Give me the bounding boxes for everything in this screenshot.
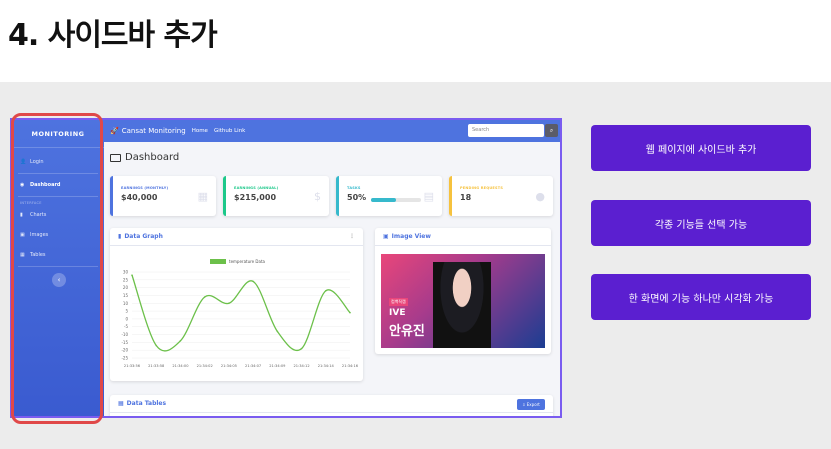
- tables-panel: ▦ Data Tables ⇩ Export: [110, 395, 553, 416]
- x-tick-label: 21:33:56: [124, 364, 141, 368]
- line-chart: 30 25 20 15 10 5 0 -5 -10 -15 -20 -25 21:33:56 21:33:…: [121, 270, 359, 369]
- x-tick-label: 21:34:02: [197, 364, 213, 368]
- card-label: PENDING REQUESTS: [460, 186, 504, 190]
- y-tick-label: 15: [123, 293, 129, 298]
- note-button-2[interactable]: 각종 기능들 선택 가능: [591, 200, 811, 246]
- graph-panel: ▮ Data Graph ⋮ temperature Data 30 25 20 15…: [110, 228, 363, 381]
- y-tick-label: -25: [121, 356, 128, 361]
- nav-link-home[interactable]: Home: [192, 128, 208, 134]
- y-tick-label: -20: [121, 348, 128, 353]
- x-tick-label: 21:34:05: [221, 364, 237, 368]
- data-point: [203, 296, 206, 298]
- page-title-wrap: Dashboard: [110, 152, 179, 163]
- y-tick-label: 25: [123, 277, 129, 282]
- data-point: [349, 311, 351, 314]
- image-caption-tag: 컴백직캠: [389, 298, 408, 306]
- note-button-1[interactable]: 웹 페이지에 사이드바 추가: [591, 125, 811, 171]
- graph-panel-header: ▮ Data Graph ⋮: [110, 228, 363, 246]
- data-point: [276, 330, 279, 333]
- clipboard-icon: ▤: [423, 190, 434, 203]
- data-point: [131, 274, 133, 276]
- image-caption-group: IVE: [389, 308, 406, 318]
- export-label: Export: [526, 402, 540, 407]
- x-tick-label: 21:33:58: [148, 364, 165, 368]
- sidebar-highlight: [11, 113, 103, 424]
- image-icon: ▣: [383, 233, 389, 240]
- y-tick-label: 30: [123, 270, 129, 275]
- card-label: EARNINGS (ANNUAL): [234, 186, 279, 190]
- search-input[interactable]: Search: [468, 124, 544, 137]
- stat-card-monthly: EARNINGS (MONTHLY) $40,000 ▦: [110, 176, 216, 216]
- rocket-icon: 🚀: [110, 127, 119, 135]
- nav-link-github[interactable]: Github Link: [214, 128, 245, 134]
- download-icon: ⇩: [522, 402, 526, 407]
- card-value: 18: [460, 193, 472, 202]
- data-point: [228, 302, 230, 305]
- note-button-3[interactable]: 한 화면에 기능 하나만 시각화 가능: [591, 274, 811, 320]
- camera-image: 컴백직캠 IVE 안유진: [381, 254, 545, 348]
- x-tick-label: 21:34:00: [172, 364, 189, 368]
- topbar-brand-label: Cansat Monitoring: [121, 127, 186, 135]
- desktop-icon: [110, 153, 121, 162]
- page-title: Dashboard: [125, 152, 180, 163]
- y-tick-label: 0: [125, 316, 128, 321]
- data-point: [300, 347, 303, 350]
- more-options-icon[interactable]: ⋮: [349, 233, 355, 240]
- stat-card-tasks: TASKS 50% ▤: [336, 176, 442, 216]
- bar-chart-icon: ▮: [118, 233, 122, 240]
- y-tick-label: 5: [125, 309, 128, 314]
- x-tick-label: 21:34:14: [318, 364, 335, 368]
- image-caption-name: 안유진: [389, 324, 425, 339]
- calendar-icon: ▦: [197, 190, 208, 203]
- tables-panel-header: ▦ Data Tables: [110, 395, 553, 413]
- table-icon: ▦: [118, 400, 124, 407]
- y-tick-label: 10: [123, 301, 129, 306]
- card-value: $215,000: [234, 193, 277, 202]
- series-line: [131, 274, 351, 352]
- x-tick-label: 21:34:12: [293, 364, 309, 368]
- x-tick-label: 21:34:07: [245, 364, 261, 368]
- tasks-progress-fill: [371, 198, 396, 202]
- image-panel-title: Image View: [391, 233, 431, 240]
- comments-icon: ●: [535, 190, 545, 203]
- y-tick-label: 20: [123, 285, 129, 290]
- data-point: [179, 340, 182, 342]
- y-tick-label: -10: [121, 332, 128, 337]
- stat-card-annual: EARNINGS (ANNUAL) $215,000 $: [223, 176, 329, 216]
- search-button[interactable]: ⌕: [545, 124, 558, 137]
- slide-title: 4. 사이드바 추가: [8, 18, 218, 53]
- tasks-progress-bar: [371, 198, 421, 202]
- x-tick-label: 21:34:09: [269, 364, 286, 368]
- image-panel-header: ▣ Image View: [375, 228, 551, 246]
- data-point: [324, 289, 327, 292]
- graph-panel-title: Data Graph: [124, 233, 163, 240]
- tables-panel-title: Data Tables: [126, 400, 167, 407]
- dollar-icon: $: [314, 190, 321, 203]
- topbar: 🚀 Cansat Monitoring Home Github Link Sea…: [104, 120, 560, 142]
- image-subject: [433, 262, 491, 348]
- data-point: [155, 344, 158, 347]
- data-point: [252, 280, 254, 283]
- export-button[interactable]: ⇩ Export: [517, 399, 545, 410]
- y-tick-label: -5: [124, 324, 128, 329]
- y-tick-label: -15: [121, 340, 128, 345]
- image-panel: ▣ Image View 컴백직캠 IVE 안유진: [375, 228, 551, 354]
- topbar-brand[interactable]: 🚀 Cansat Monitoring: [110, 127, 186, 135]
- stat-card-pending: PENDING REQUESTS 18 ●: [449, 176, 553, 216]
- x-tick-label: 21:34:16: [342, 364, 359, 368]
- search-icon: ⌕: [549, 126, 554, 134]
